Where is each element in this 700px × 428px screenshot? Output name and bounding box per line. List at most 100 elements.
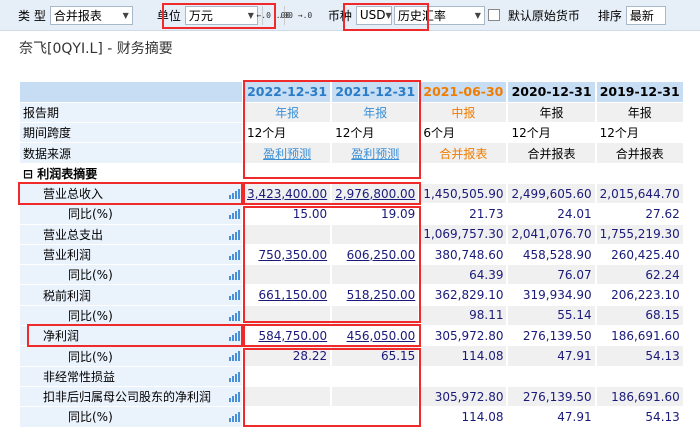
row-label-cell: 税前利润	[20, 284, 244, 306]
unit-value: 万元	[188, 8, 213, 23]
value-cell: 1,755,219.30	[595, 224, 685, 245]
value-cell[interactable]: 661,150.00	[243, 284, 333, 306]
value-cell: 276,139.50	[507, 386, 597, 408]
value-cell: 54.13	[595, 345, 685, 367]
value-cell: 305,972.80	[419, 386, 509, 408]
column-header-date[interactable]: 2022-12-31	[243, 82, 333, 103]
value-cell[interactable]: 584,750.00	[243, 325, 333, 347]
value-cell	[331, 264, 421, 286]
value: 750,350.00	[258, 247, 328, 262]
value-cell[interactable]: 456,050.00	[331, 325, 421, 347]
increase-decimal-icon[interactable]: .00 →.0	[278, 5, 312, 25]
section-label[interactable]: ⊟ 利润表摘要	[20, 163, 244, 184]
chart-icon[interactable]	[229, 209, 240, 220]
value: 64.39	[469, 267, 504, 282]
chart-icon[interactable]	[229, 331, 240, 342]
value: 47.91	[557, 349, 592, 363]
value-cell: 114.08	[419, 406, 509, 428]
value-cell: 47.91	[507, 345, 597, 367]
exchange-rate-select[interactable]: 历史汇率 ▼	[393, 5, 485, 25]
value-cell[interactable]: 606,250.00	[331, 244, 421, 266]
meta-cell-period: 年报	[331, 102, 421, 124]
value: 186,691.60	[611, 328, 680, 343]
chart-icon[interactable]	[229, 270, 240, 281]
value: 1,069,757.30	[423, 227, 504, 242]
value-cell[interactable]: 3,423,400.00	[243, 183, 333, 205]
page-title: 奈飞[0QYI.L] - 财务摘要	[19, 41, 173, 57]
meta-cell-source[interactable]: 盈利预测	[331, 142, 421, 164]
meta-cell-source: 合并报表	[419, 142, 509, 164]
value: 186,691.60	[611, 389, 680, 404]
meta-cell-source[interactable]: 盈利预测	[243, 142, 333, 164]
value-cell	[331, 386, 421, 408]
row-label-cell: 净利润	[20, 325, 244, 347]
column-header-date[interactable]: 2021-12-31	[331, 82, 421, 103]
row-label: 营业利润	[43, 248, 92, 263]
table-row: 同比(%) 114.08 47.91 54.13	[20, 406, 685, 428]
currency-select[interactable]: USD ▼	[355, 5, 392, 25]
row-label-cell: 营业总支出	[20, 224, 244, 245]
value-cell: 27.62	[595, 203, 685, 225]
value: 2,015,644.70	[599, 186, 680, 201]
value-cell: 21.73	[419, 203, 509, 225]
row-label-cell: 营业利润	[20, 244, 244, 266]
chart-icon[interactable]	[229, 310, 240, 321]
meta-cell-period: 年报	[595, 102, 685, 124]
value: 68.15	[645, 308, 680, 323]
unit-select[interactable]: 万元 ▼	[184, 5, 258, 25]
default-currency-checkbox[interactable]	[487, 9, 500, 21]
value-cell[interactable]: 2,976,800.00	[331, 183, 421, 205]
sort-select[interactable]: 最新	[625, 5, 666, 25]
chart-icon[interactable]	[229, 371, 240, 382]
value-cell[interactable]: 518,250.00	[331, 284, 421, 306]
value-cell	[507, 366, 597, 387]
value-cell	[243, 224, 333, 245]
value-cell: 55.14	[507, 305, 597, 327]
chart-icon[interactable]	[229, 412, 240, 423]
value-cell	[419, 366, 509, 387]
value-cell[interactable]: 750,350.00	[243, 244, 333, 266]
value-cell	[595, 366, 685, 387]
chart-icon[interactable]	[229, 188, 240, 199]
table-row: 税前利润 661,150.00 518,250.00 362,829.10 319,93…	[20, 284, 685, 306]
value: 1,755,219.30	[599, 227, 680, 242]
value: 98.11	[469, 308, 504, 323]
value: 21.73	[469, 206, 504, 221]
meta-cell-span: 12个月	[507, 122, 597, 144]
chart-icon[interactable]	[229, 249, 240, 260]
value-cell: 1,450,505.90	[419, 183, 509, 205]
row-label-cell: 营业总收入	[20, 183, 244, 205]
empty-cell	[507, 163, 597, 184]
chart-icon[interactable]	[229, 351, 240, 362]
value-cell: 15.00	[243, 203, 333, 225]
value-cell: 380,748.60	[419, 244, 509, 266]
chart-icon[interactable]	[229, 290, 240, 301]
chart-icon[interactable]	[229, 391, 240, 402]
table-row: 营业总支出 1,069,757.30 2,041,076.70 1,755,219.3…	[20, 224, 685, 245]
column-header-date[interactable]: 2019-12-31	[595, 82, 685, 103]
table-row: 营业利润 750,350.00 606,250.00 380,748.60 458,52…	[20, 244, 685, 266]
value-cell: 28.22	[243, 345, 333, 367]
type-select[interactable]: 合并报表 ▼	[49, 5, 133, 25]
currency-label: 币种	[327, 8, 352, 23]
column-header-date[interactable]: 2021-06-30	[419, 82, 509, 103]
collapse-toggle-icon[interactable]: ⊟	[23, 167, 33, 181]
meta-cell-span: 12个月	[595, 122, 685, 144]
meta-row-span: 期间跨度 12个月 12个月 6个月 12个月 12个月	[20, 122, 685, 144]
value: 380,748.60	[434, 247, 504, 262]
value: 15.00	[292, 206, 328, 221]
financial-summary-table: 2022-12-31 2021-12-31 2021-06-30 2020-12-31…	[20, 82, 685, 428]
meta-cell-span: 12个月	[331, 122, 421, 144]
column-header-date[interactable]: 2020-12-31	[507, 82, 597, 103]
section-row: ⊟ 利润表摘要	[20, 163, 685, 184]
table-row: 扣非后归属母公司股东的净利润 305,972.80 276,139.50 186,69…	[20, 386, 685, 408]
value: 661,150.00	[258, 288, 328, 303]
type-value: 合并报表	[53, 8, 102, 23]
value: 27.62	[645, 206, 680, 221]
table-row: 非经常性损益	[20, 366, 685, 387]
value: 62.24	[645, 267, 680, 282]
value: 518,250.00	[346, 288, 416, 303]
unit-label: 单位	[156, 8, 181, 23]
value-cell: 276,139.50	[507, 325, 597, 347]
chart-icon[interactable]	[229, 229, 240, 240]
